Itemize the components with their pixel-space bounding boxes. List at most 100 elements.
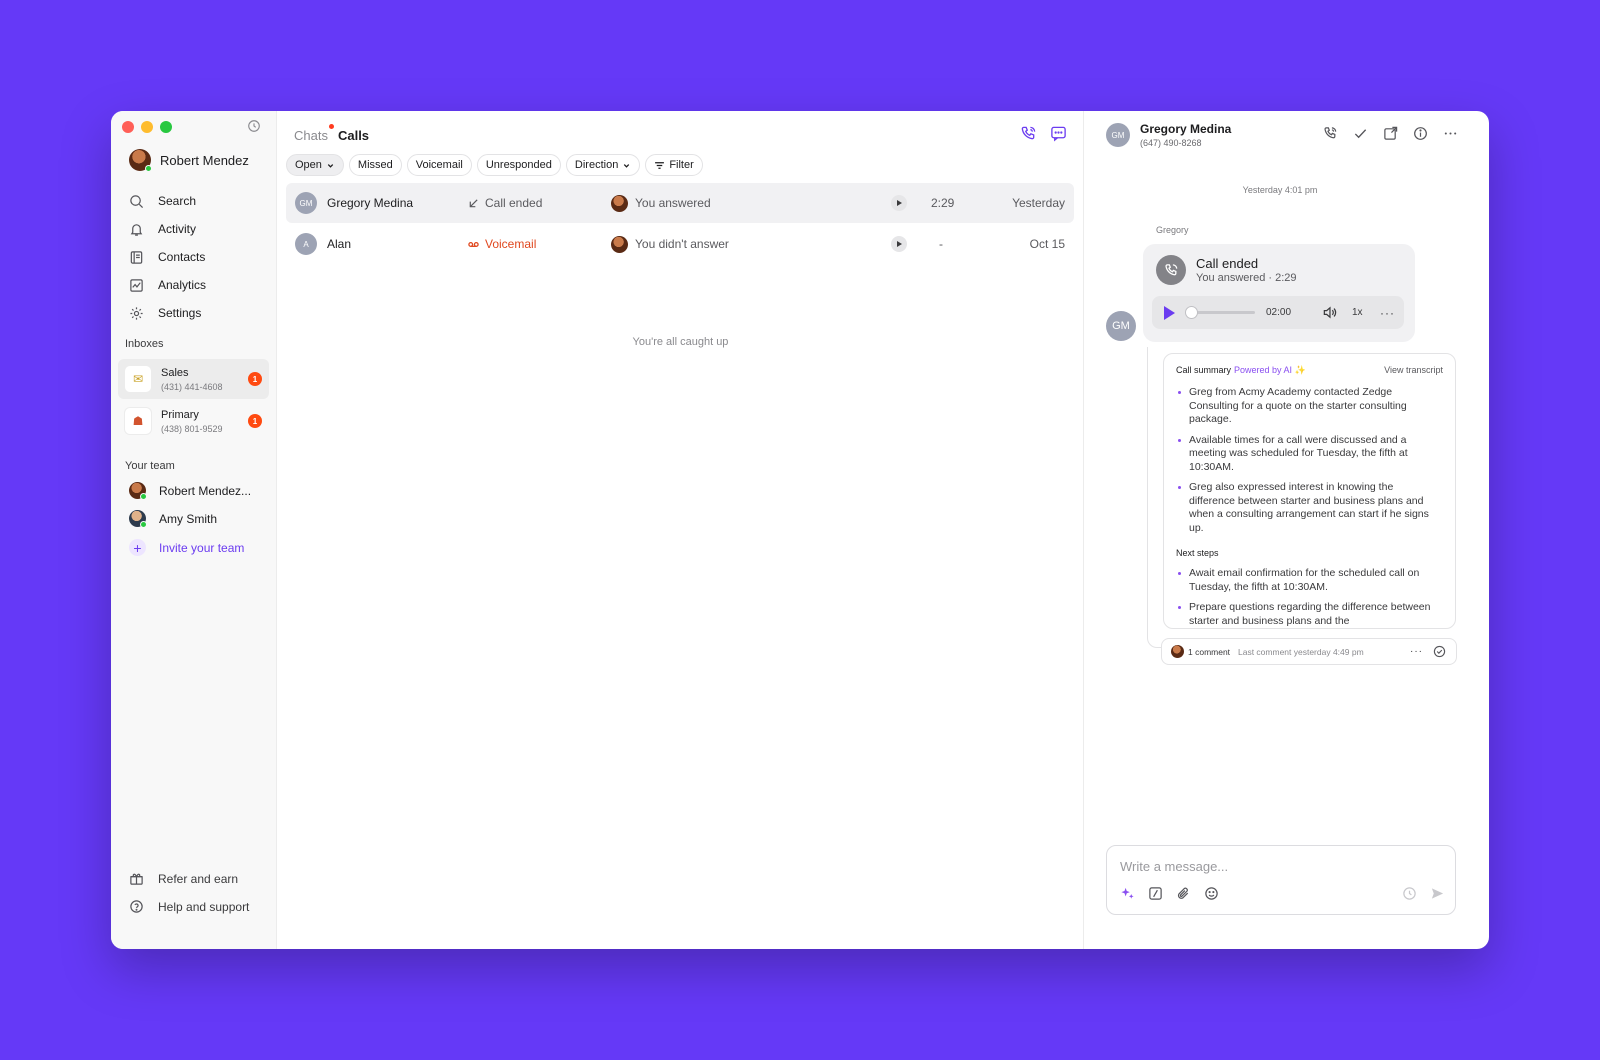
invite-label: Invite your team bbox=[159, 541, 244, 555]
history-icon[interactable] bbox=[247, 119, 261, 133]
chip-label: Direction bbox=[575, 159, 618, 171]
gift-icon bbox=[129, 871, 144, 886]
phone-call-icon[interactable] bbox=[1323, 126, 1338, 141]
filter-icon bbox=[654, 160, 665, 171]
contact-phone: (647) 490-8268 bbox=[1140, 138, 1202, 148]
sidebar-item-contacts[interactable]: Contacts bbox=[129, 243, 269, 271]
minimize-window-button[interactable] bbox=[141, 121, 153, 133]
message-input[interactable] bbox=[1120, 859, 1440, 874]
view-transcript-link[interactable]: View transcript bbox=[1384, 365, 1443, 375]
message-timestamp: Yesterday 4:01 pm bbox=[1084, 185, 1476, 195]
call-title: Call ended bbox=[1196, 256, 1258, 271]
empty-state-text: You're all caught up bbox=[277, 336, 1084, 348]
next-steps-heading: Next steps bbox=[1176, 548, 1438, 558]
sidebar-item-search[interactable]: Search bbox=[129, 187, 269, 215]
contact-avatar: GM bbox=[295, 192, 317, 214]
help-and-support-link[interactable]: Help and support bbox=[129, 899, 249, 914]
inbox-number: (431) 441-4608 bbox=[161, 382, 223, 392]
incoming-arrow-icon bbox=[468, 198, 479, 209]
answered-by: You didn't answer bbox=[611, 236, 729, 253]
voicemail-icon bbox=[468, 239, 479, 250]
current-user[interactable]: Robert Mendez bbox=[129, 149, 249, 171]
thread-connector bbox=[1147, 347, 1163, 648]
resolve-check-icon[interactable] bbox=[1433, 645, 1446, 658]
playback-speed-button[interactable]: 1x bbox=[1352, 307, 1363, 318]
refer-and-earn-link[interactable]: Refer and earn bbox=[129, 871, 238, 886]
call-summary-card: Call summaryPowered by AI ✨ View transcr… bbox=[1163, 353, 1456, 629]
filter-voicemail[interactable]: Voicemail bbox=[407, 154, 472, 176]
tab-label: Chats bbox=[294, 128, 328, 143]
filter-missed[interactable]: Missed bbox=[349, 154, 402, 176]
inbox-primary[interactable]: ☗ Primary (438) 801-9529 1 bbox=[118, 401, 269, 441]
filter-button[interactable]: Filter bbox=[645, 154, 702, 176]
filter-unresponded[interactable]: Unresponded bbox=[477, 154, 561, 176]
search-icon bbox=[129, 194, 144, 209]
avatar bbox=[129, 510, 146, 527]
chevron-down-icon bbox=[622, 161, 631, 170]
summary-points: Greg from Acmy Academy contacted Zedge C… bbox=[1176, 386, 1438, 629]
answered-label: You answered bbox=[635, 196, 711, 210]
avatar bbox=[611, 236, 628, 253]
window-controls bbox=[122, 121, 172, 133]
info-icon[interactable] bbox=[1413, 126, 1428, 141]
chip-label: Voicemail bbox=[416, 159, 463, 171]
phone-icon bbox=[1156, 255, 1186, 285]
sidebar-item-label: Analytics bbox=[158, 278, 206, 292]
emoji-icon[interactable] bbox=[1204, 886, 1219, 901]
inbox-sales[interactable]: ✉ Sales (431) 441-4608 1 bbox=[118, 359, 269, 399]
call-message-bubble: Call ended You answered · 2:29 02:00 1x … bbox=[1143, 244, 1415, 342]
contacts-icon bbox=[129, 250, 144, 265]
comment-count: 1 comment bbox=[1188, 647, 1230, 657]
team-member-robert[interactable]: Robert Mendez... bbox=[129, 482, 251, 499]
chip-label: Filter bbox=[669, 159, 693, 171]
play-voicemail-button[interactable] bbox=[891, 236, 907, 252]
attachment-icon[interactable] bbox=[1176, 886, 1191, 901]
play-recording-button[interactable] bbox=[891, 195, 907, 211]
team-heading: Your team bbox=[125, 460, 175, 472]
filter-open-dropdown[interactable]: Open bbox=[286, 154, 344, 176]
audio-scrubber-handle[interactable] bbox=[1185, 306, 1198, 319]
online-indicator bbox=[140, 493, 147, 500]
sidebar-item-settings[interactable]: Settings bbox=[129, 299, 269, 327]
call-duration: 2:29 bbox=[931, 196, 954, 210]
phone-call-icon[interactable] bbox=[1020, 125, 1037, 142]
unread-badge: 1 bbox=[248, 414, 262, 428]
envelope-icon: ✉ bbox=[125, 366, 151, 392]
audio-progress-track[interactable] bbox=[1190, 311, 1255, 314]
maximize-window-button[interactable] bbox=[160, 121, 172, 133]
schedule-icon[interactable] bbox=[1402, 886, 1417, 901]
avatar bbox=[1171, 645, 1184, 658]
sender-avatar: GM bbox=[1106, 311, 1136, 341]
sidebar-item-analytics[interactable]: Analytics bbox=[129, 271, 269, 299]
ai-label: Powered by AI ✨ bbox=[1234, 365, 1306, 375]
send-icon[interactable] bbox=[1430, 886, 1445, 901]
more-options-icon[interactable] bbox=[1443, 126, 1458, 141]
call-row-alan[interactable]: A Alan Voicemail You didn't answer - Oct… bbox=[286, 224, 1074, 264]
team-member-amy[interactable]: Amy Smith bbox=[129, 510, 217, 527]
slash-command-icon[interactable] bbox=[1148, 886, 1163, 901]
tab-chats[interactable]: Chats bbox=[294, 128, 328, 143]
comments-bar[interactable]: 1 comment Last comment yesterday 4:49 pm… bbox=[1161, 638, 1457, 665]
new-message-icon[interactable] bbox=[1050, 125, 1067, 142]
user-name: Robert Mendez bbox=[160, 153, 249, 168]
call-date: Oct 15 bbox=[1030, 237, 1065, 251]
call-row-gregory[interactable]: GM Gregory Medina Call ended You answere… bbox=[286, 183, 1074, 223]
refer-label: Refer and earn bbox=[158, 872, 238, 886]
player-more-button[interactable]: ··· bbox=[1380, 306, 1395, 320]
invite-team-button[interactable]: + Invite your team bbox=[129, 539, 244, 556]
tab-calls[interactable]: Calls bbox=[338, 128, 369, 143]
play-icon[interactable] bbox=[1164, 306, 1175, 320]
comment-more-button[interactable]: ··· bbox=[1410, 646, 1423, 657]
filter-direction-dropdown[interactable]: Direction bbox=[566, 154, 640, 176]
calls-list-pane: Chats Calls Open Missed Voicemail Unresp… bbox=[277, 111, 1084, 949]
close-window-button[interactable] bbox=[122, 121, 134, 133]
check-icon[interactable] bbox=[1353, 126, 1368, 141]
last-comment-time: Last comment yesterday 4:49 pm bbox=[1238, 647, 1364, 657]
open-external-icon[interactable] bbox=[1383, 126, 1398, 141]
online-indicator bbox=[140, 521, 147, 528]
conversation-actions bbox=[1323, 126, 1458, 141]
summary-title: Call summary bbox=[1176, 365, 1231, 375]
ai-sparkle-icon[interactable] bbox=[1120, 886, 1135, 901]
volume-icon[interactable] bbox=[1322, 305, 1337, 320]
sidebar-item-activity[interactable]: Activity bbox=[129, 215, 269, 243]
